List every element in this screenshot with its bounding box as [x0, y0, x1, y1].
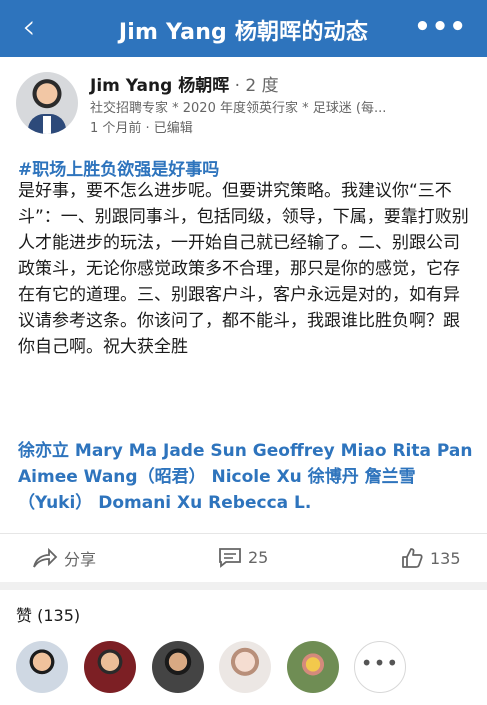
post-mentions[interactable]: 徐亦立 Mary Ma Jade Sun Geoffrey Miao Rita …: [18, 438, 473, 516]
share-label: 分享: [64, 550, 97, 569]
connection-degree: · 2 度: [229, 76, 279, 96]
like-icon: [402, 548, 423, 568]
comment-icon: [219, 548, 241, 568]
post-body: 是好事，要不怎么进步呢。但要讲究策略。我建议你“三不斗”：一、别跟同事斗，包括同…: [18, 181, 469, 357]
post-header: Jim Yang 杨朝晖 · 2 度 社交招聘专家 * 2020 年度领英行家 …: [0, 57, 487, 147]
author-headline: 社交招聘专家 * 2020 年度领英行家 * 足球迷 (每...: [90, 101, 387, 116]
author-avatar[interactable]: [16, 72, 78, 134]
avatar-shirt: [43, 116, 51, 134]
liker-avatar[interactable]: [16, 641, 68, 693]
more-icon[interactable]: •••: [414, 12, 467, 42]
liker-avatar[interactable]: [287, 641, 339, 693]
post-actions: 分享 25 135: [0, 534, 487, 582]
author-name[interactable]: Jim Yang 杨朝晖: [90, 76, 229, 96]
comment-count: 25: [248, 547, 269, 567]
liker-avatar[interactable]: [219, 641, 271, 693]
post-hashtag[interactable]: #职场上胜负欲强是好事吗: [18, 155, 219, 180]
like-count: 135: [430, 548, 461, 568]
section-gap: [0, 582, 487, 590]
comment-button[interactable]: 25: [218, 546, 268, 568]
likes-label[interactable]: 赞 (135): [16, 602, 80, 626]
liker-avatar[interactable]: [84, 641, 136, 693]
author-name-line[interactable]: Jim Yang 杨朝晖 · 2 度: [90, 71, 279, 96]
top-bar: ‹ Jim Yang 杨朝晖的动态 •••: [0, 0, 487, 57]
liker-avatar[interactable]: [152, 641, 204, 693]
post-time: 1 个月前 · 已编辑: [90, 121, 193, 136]
more-likers-button[interactable]: •••: [354, 641, 406, 693]
share-button[interactable]: 分享: [32, 546, 96, 570]
like-button[interactable]: 135: [400, 546, 461, 570]
share-icon: [33, 547, 58, 568]
